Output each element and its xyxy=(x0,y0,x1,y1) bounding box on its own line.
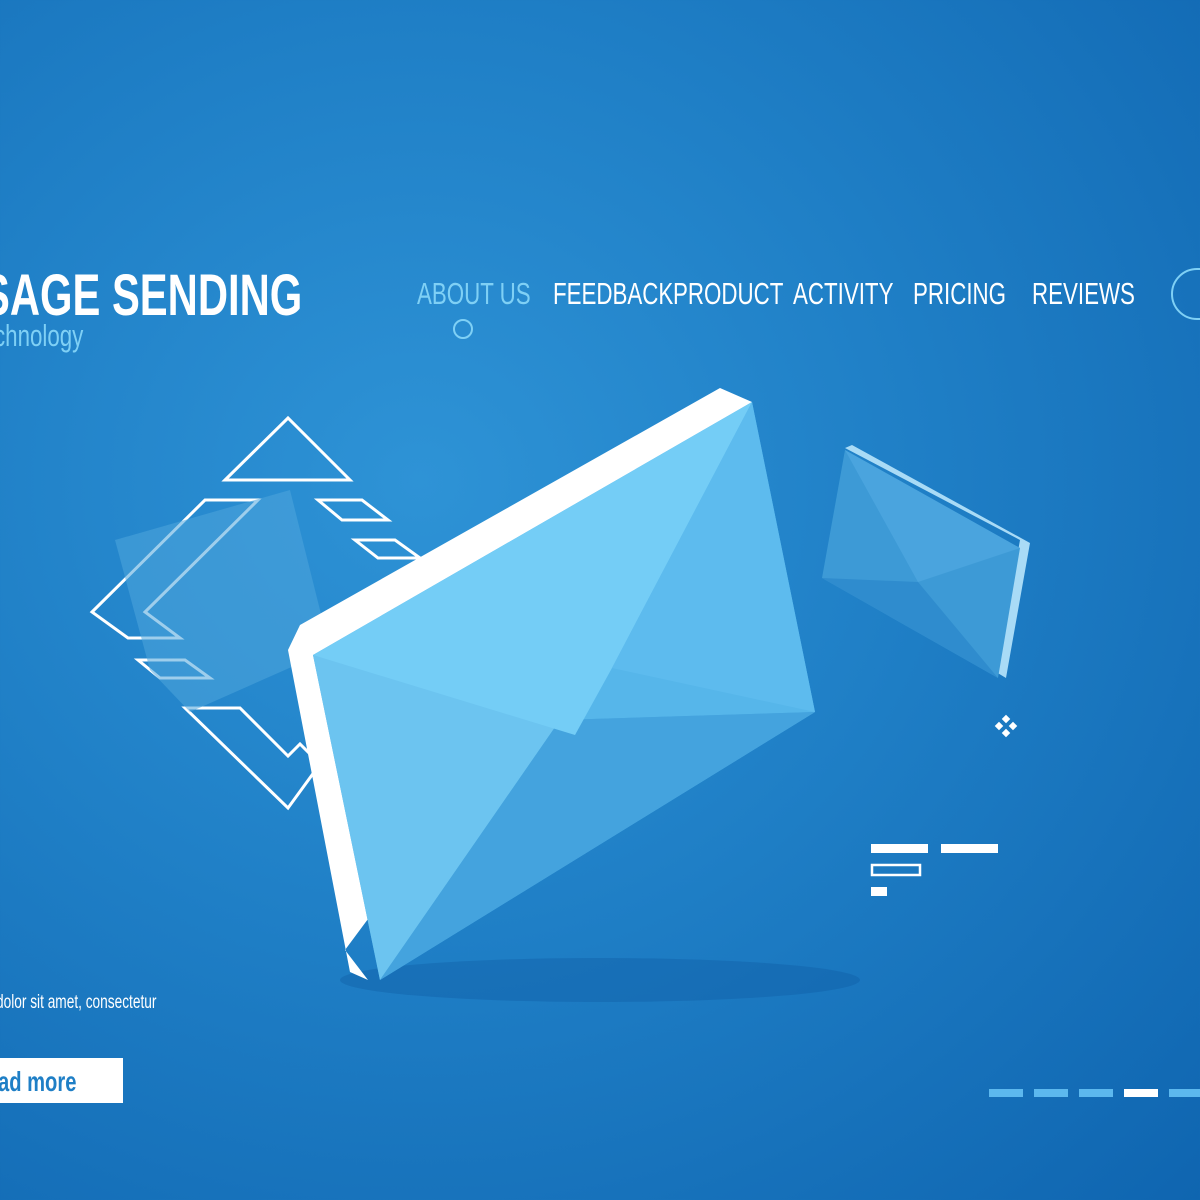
pagination-dot[interactable] xyxy=(1169,1089,1200,1097)
dots-decoration xyxy=(994,714,1018,738)
nav-reviews[interactable]: REVIEWS xyxy=(1032,276,1175,312)
nav-label: PRODUCT xyxy=(673,276,784,311)
hero-description: dolor sit amet, consectetur t xyxy=(0,992,219,1036)
nav-about-us[interactable]: ABOUT US xyxy=(417,276,575,312)
pagination-dot[interactable] xyxy=(989,1089,1023,1097)
bars-decoration xyxy=(870,844,998,896)
active-nav-indicator xyxy=(453,319,473,339)
nav-label: REVIEWS xyxy=(1032,276,1135,311)
read-more-button[interactable]: ad more xyxy=(0,1058,123,1103)
page-subtitle-text: chnology xyxy=(0,318,84,353)
hero-description-line: t xyxy=(0,1014,219,1036)
pagination-dot[interactable] xyxy=(1079,1089,1113,1097)
hero-description-text: dolor sit amet, consectetur xyxy=(0,992,157,1013)
small-envelope-icon xyxy=(822,445,1030,678)
nav-label: FEEDBACK xyxy=(553,276,674,311)
page-subtitle: chnology xyxy=(0,318,118,354)
nav-label: ACTIVITY xyxy=(793,276,894,311)
pagination-dot-active[interactable] xyxy=(1124,1089,1158,1097)
hero-description-line: dolor sit amet, consectetur xyxy=(0,992,219,1014)
nav-pricing[interactable]: PRICING xyxy=(913,276,1042,312)
envelope-icon xyxy=(288,388,815,980)
envelope-shadow xyxy=(340,958,860,1002)
nav-activity[interactable]: ACTIVITY xyxy=(793,276,933,312)
nav-label: ABOUT US xyxy=(417,276,531,311)
nav-label: PRICING xyxy=(913,276,1007,311)
pagination-dot[interactable] xyxy=(1034,1089,1068,1097)
read-more-label: ad more xyxy=(0,1066,77,1097)
